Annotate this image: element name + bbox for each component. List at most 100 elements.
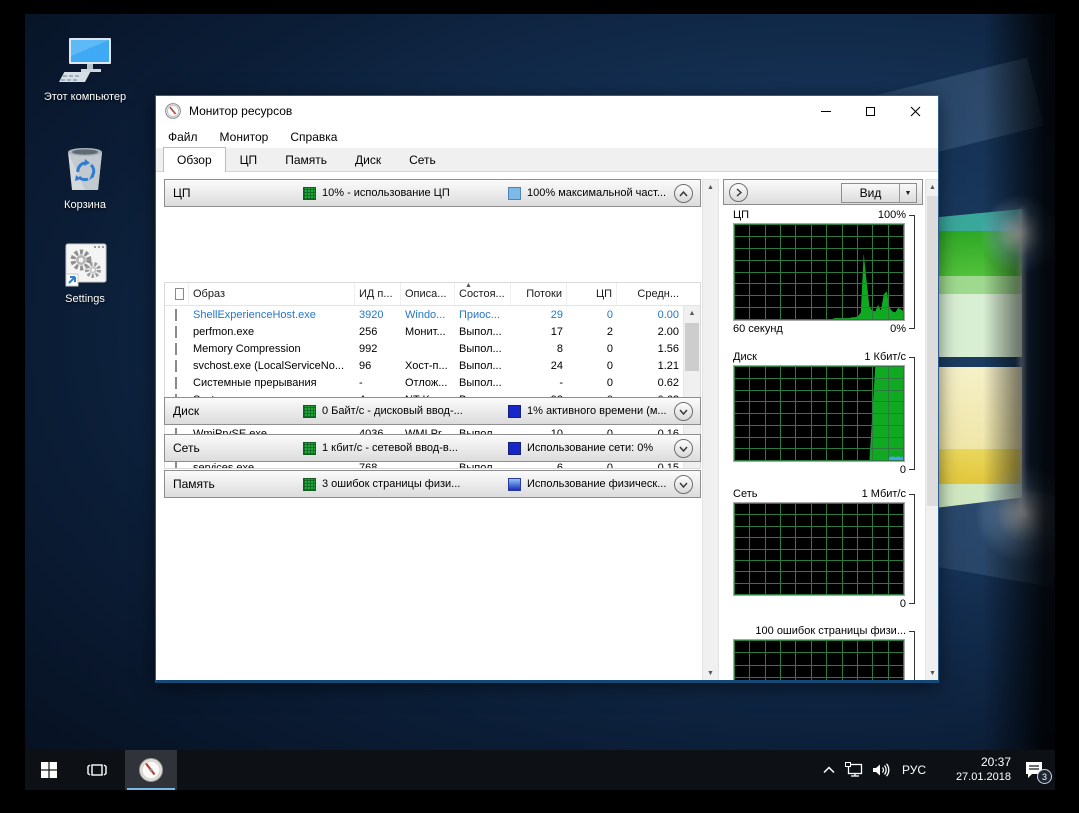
cell-threads: 8 [511,343,567,355]
cell-threads: 17 [511,326,567,338]
main-scrollbar[interactable]: ▲ ▼ [702,179,719,680]
tab-memory[interactable]: Память [271,148,341,171]
graphs-panel-header: Вид ▼ [723,179,923,205]
tab-overview[interactable]: Обзор [163,147,226,172]
tab-cpu[interactable]: ЦП [226,148,272,171]
memory-expand-button[interactable] [674,475,693,494]
tab-strip: Обзор ЦП Память Диск Сеть [156,148,938,172]
dropdown-arrow-icon: ▼ [899,184,916,202]
row-checkbox[interactable] [175,462,177,469]
disk-expand-button[interactable] [674,402,693,421]
cpu-section-header[interactable]: ЦП 10% - использование ЦП 100% максималь… [164,179,701,207]
maximize-icon [866,107,875,116]
desktop-icon-settings[interactable]: Settings [39,242,131,306]
tab-disk[interactable]: Диск [341,148,395,171]
table-row[interactable]: ShellExperienceHost.exe 3920 Windo... Пр… [165,306,683,323]
scale-bracket [909,494,915,604]
scroll-up-icon[interactable]: ▲ [684,306,700,321]
network-expand-button[interactable] [674,439,693,458]
col-status[interactable]: Состоя... [455,283,511,305]
settings-icon [62,242,108,288]
menu-file[interactable]: Файл [168,130,198,144]
language-indicator[interactable]: РУС [895,750,933,790]
taskbar: РУС 20:37 27.01.2018 3 [25,750,1055,790]
desktop-icon-recycle-bin[interactable]: Корзина [39,142,131,212]
menu-monitor[interactable]: Монитор [220,130,269,144]
scroll-up-icon[interactable]: ▲ [703,180,718,195]
disk-section-header[interactable]: Диск 0 Байт/с - дисковый ввод-... 1% акт… [164,397,701,425]
network-graph-label: Сеть [733,488,757,500]
cell-status: Выпол... [455,462,511,469]
cell-image: svchost.exe (LocalServiceNo... [189,360,355,372]
menu-help[interactable]: Справка [290,130,337,144]
tab-network[interactable]: Сеть [395,148,450,171]
disk-section-title: Диск [173,404,303,418]
minimize-button[interactable] [803,96,848,126]
scroll-down-icon[interactable]: ▼ [926,666,938,680]
scrollbar-thumb[interactable] [685,323,699,371]
task-view-button[interactable] [73,750,121,790]
ethernet-icon [845,762,863,778]
row-checkbox[interactable] [175,326,177,338]
row-checkbox[interactable] [175,360,177,372]
start-button[interactable] [25,750,73,790]
chevron-up-icon [679,191,688,197]
panel-collapse-button[interactable] [729,183,748,202]
clock[interactable]: 20:37 27.01.2018 [933,750,1013,790]
col-cpu[interactable]: ЦП [567,283,617,305]
network-graph-block: Сеть 1 Мбит/с 0 [723,486,915,612]
row-checkbox[interactable] [175,309,177,321]
action-center-button[interactable]: 3 [1013,750,1055,790]
cell-pid: 256 [355,326,401,338]
memory-section-header[interactable]: Память 3 ошибок страницы физи... Использ… [164,470,701,498]
row-checkbox[interactable] [175,377,177,389]
tray-overflow-button[interactable] [817,750,841,790]
cpu-graph-zero: 0% [890,323,906,335]
row-checkbox-cell [165,462,189,469]
cell-status: Выпол... [455,343,511,355]
cell-cpu: 0 [567,309,617,321]
close-icon [910,106,921,117]
view-dropdown-button[interactable]: Вид ▼ [841,183,917,203]
cell-pid: 768 [355,462,401,469]
col-image[interactable]: Образ [189,283,355,305]
volume-tray-button[interactable] [867,750,895,790]
table-row[interactable]: Системные прерывания - Отлож... Выпол...… [165,374,683,391]
table-row[interactable]: perfmon.exe 256 Монит... Выпол... 17 2 2… [165,323,683,340]
col-threads[interactable]: Потоки [511,283,567,305]
table-row[interactable]: svchost.exe (LocalServiceNo... 96 Хост-п… [165,357,683,374]
table-row[interactable]: Memory Compression 992 Выпол... 8 0 1.56 [165,340,683,357]
network-graph-zero: 0 [900,598,906,610]
panel-scrollbar[interactable]: ▲ ▼ [925,179,938,680]
blue-legend-icon [508,478,521,491]
scroll-up-icon[interactable]: ▲ [926,180,938,195]
disk-graph-zero: 0 [900,464,906,476]
select-all-checkbox[interactable] [175,288,184,300]
recycle-bin-icon [62,142,108,194]
cell-pid: 96 [355,360,401,372]
close-button[interactable] [893,96,938,126]
disk-graph-block: Диск 1 Кбит/с 0 [723,349,915,478]
col-average[interactable]: Средн... [617,283,683,305]
chevron-up-icon [823,766,835,774]
network-tray-button[interactable] [841,750,867,790]
cell-description: Монит... [401,326,455,338]
col-description[interactable]: Описа... [401,283,455,305]
row-checkbox[interactable] [175,343,177,355]
col-pid[interactable]: ИД п... [355,283,401,305]
taskbar-resource-monitor-button[interactable] [125,750,177,790]
cpu-collapse-button[interactable] [674,184,693,203]
resource-monitor-icon [165,103,181,119]
cpu-blue-stat: 100% максимальной част... [527,187,666,199]
network-section-header[interactable]: Сеть 1 кбит/с - сетевой ввод-в... Исполь… [164,434,701,462]
cell-description: Windo... [401,309,455,321]
process-table-header: ▲ Образ ИД п... Описа... Состоя... Поток… [165,283,700,306]
disk-graph-label: Диск [733,351,757,363]
scale-bracket [909,631,915,680]
desktop-icon-this-pc[interactable]: Этот компьютер [39,36,131,104]
scale-bracket [909,357,915,470]
scroll-down-icon[interactable]: ▼ [703,666,718,680]
cell-pid: 992 [355,343,401,355]
maximize-button[interactable] [848,96,893,126]
scrollbar-thumb[interactable] [927,196,938,506]
